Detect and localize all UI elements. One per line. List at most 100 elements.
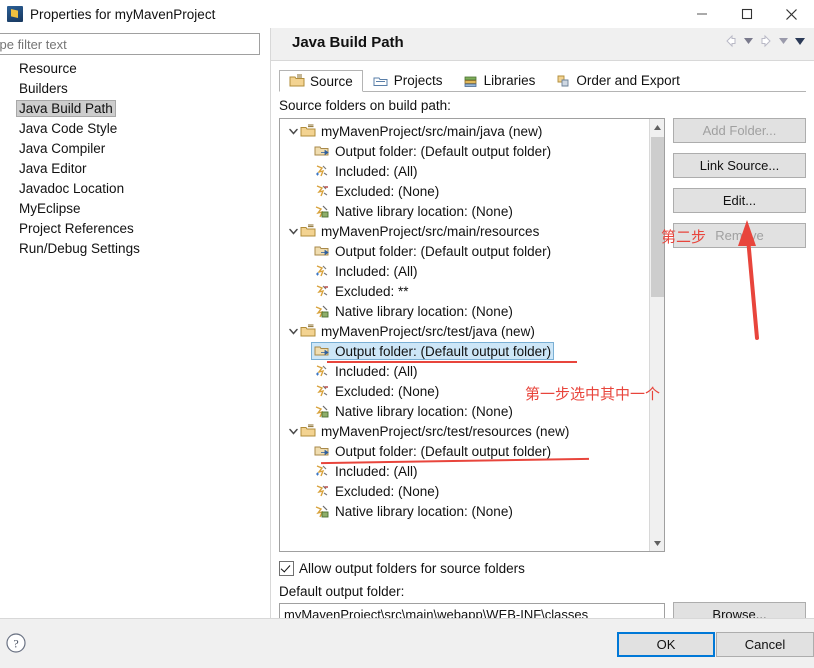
tree-row[interactable]: Included: (All) — [280, 461, 664, 481]
tree-row-content: Excluded: ** — [314, 283, 409, 299]
tree-row-label: Native library location: (None) — [335, 303, 513, 319]
tree-content: myMavenProject/src/main/java (new) Output… — [280, 119, 664, 521]
close-button[interactable] — [769, 0, 814, 28]
allow-output-folders-checkbox[interactable] — [279, 561, 294, 576]
tree-row-content: Native library location: (None) — [314, 403, 513, 419]
tree-row-label: Native library location: (None) — [335, 203, 513, 219]
ok-button[interactable]: OK — [617, 632, 715, 657]
tree-root-label: myMavenProject/src/test/java (new) — [321, 323, 535, 339]
add-folder-button[interactable]: Add Folder... — [673, 118, 806, 143]
forward-dropdown-icon[interactable] — [777, 33, 790, 49]
tree-scrollbar[interactable] — [649, 119, 664, 551]
tree-row[interactable]: Native library location: (None) — [280, 501, 664, 521]
projects-icon — [373, 73, 389, 89]
tree-row[interactable]: Native library location: (None) — [280, 201, 664, 221]
tree-row-label: Excluded: (None) — [335, 483, 440, 499]
tab-libraries[interactable]: Libraries — [453, 69, 546, 91]
view-menu-chevron-icon[interactable] — [793, 33, 806, 49]
sidebar-item-javadoc-location[interactable]: Javadoc Location — [0, 178, 270, 198]
title-bar: Properties for myMavenProject — [0, 0, 814, 28]
back-dropdown-icon[interactable] — [742, 33, 755, 49]
tree-root-row[interactable]: myMavenProject/src/main/java (new) — [280, 121, 664, 141]
sidebar-item-java-code-style[interactable]: Java Code Style — [0, 118, 270, 138]
tree-row-label: Output folder: (Default output folder) — [335, 443, 552, 459]
remove-button[interactable]: Remove — [673, 223, 806, 248]
tree-row-label: Included: (All) — [335, 263, 418, 279]
tree-row-content: Native library location: (None) — [314, 503, 513, 519]
tree-row-label: Output folder: (Default output folder) — [335, 143, 552, 159]
tree-row-content: Output folder: (Default output folder) — [314, 243, 551, 259]
tree-root-row[interactable]: myMavenProject/src/main/resources — [280, 221, 664, 241]
tab-order-and-export[interactable]: Order and Export — [545, 69, 690, 91]
scroll-up-icon[interactable] — [650, 119, 664, 135]
excluded-icon — [314, 283, 330, 299]
sidebar-item-java-compiler[interactable]: Java Compiler — [0, 138, 270, 158]
sidebar-item-java-build-path[interactable]: Java Build Path — [0, 98, 270, 118]
sidebar-item-label: Java Build Path — [16, 99, 116, 117]
back-arrow-icon[interactable] — [723, 33, 739, 49]
maximize-button[interactable] — [724, 0, 769, 28]
tree-row[interactable]: Output folder: (Default output folder) — [280, 441, 664, 461]
tree-root-label: myMavenProject/src/main/resources — [321, 223, 540, 239]
tree-row[interactable]: Excluded: (None) — [280, 381, 664, 401]
tree-scroll-thumb[interactable] — [651, 137, 664, 297]
chevron-down-icon[interactable] — [286, 421, 300, 441]
help-question-icon[interactable]: ? — [5, 632, 27, 654]
allow-output-folders-row[interactable]: Allow output folders for source folders — [279, 561, 525, 576]
source-folder-icon — [300, 323, 316, 339]
tree-row-content: Native library location: (None) — [314, 303, 513, 319]
tree-row[interactable]: Included: (All) — [280, 161, 664, 181]
tab-label: Libraries — [483, 73, 536, 88]
tree-row-selected[interactable]: Output folder: (Default output folder) — [280, 341, 664, 361]
sidebar-item-project-references[interactable]: Project References — [0, 218, 270, 238]
sidebar-item-myeclipse[interactable]: MyEclipse — [0, 198, 270, 218]
edit-button[interactable]: Edit... — [673, 188, 806, 213]
tree-row[interactable]: Native library location: (None) — [280, 401, 664, 421]
tree-row[interactable]: Included: (All) — [280, 361, 664, 381]
tab-label: Source — [310, 73, 353, 89]
properties-dialog: Properties for myMavenProject Resource B… — [0, 0, 814, 668]
chevron-down-icon[interactable] — [286, 221, 300, 241]
filter-box[interactable] — [0, 33, 260, 55]
tab-projects[interactable]: Projects — [363, 69, 453, 91]
minimize-button[interactable] — [679, 0, 724, 28]
source-folder-icon — [300, 423, 316, 439]
excluded-icon — [314, 483, 330, 499]
included-icon — [314, 463, 330, 479]
cancel-button[interactable]: Cancel — [716, 632, 814, 657]
link-source-button[interactable]: Link Source... — [673, 153, 806, 178]
tree-row-label: Excluded: (None) — [335, 183, 440, 199]
excluded-icon — [314, 383, 330, 399]
tree-row-content: Included: (All) — [314, 463, 418, 479]
sidebar-item-resource[interactable]: Resource — [0, 58, 270, 78]
tree-row-content: Excluded: (None) — [314, 483, 439, 499]
chevron-down-icon[interactable] — [286, 121, 300, 141]
sidebar-item-run-debug-settings[interactable]: Run/Debug Settings — [0, 238, 270, 258]
tree-root-row[interactable]: myMavenProject/src/test/java (new) — [280, 321, 664, 341]
tab-label: Projects — [393, 73, 443, 88]
sidebar-item-java-editor[interactable]: Java Editor — [0, 158, 270, 178]
tree-row[interactable]: Excluded: (None) — [280, 481, 664, 501]
tree-row[interactable]: Excluded: ** — [280, 281, 664, 301]
tree-root-row[interactable]: myMavenProject/src/test/resources (new) — [280, 421, 664, 441]
excluded-icon — [314, 183, 330, 199]
tree-row-content: Native library location: (None) — [314, 203, 513, 219]
tree-row[interactable]: Excluded: (None) — [280, 181, 664, 201]
scroll-down-icon[interactable] — [650, 535, 664, 551]
forward-arrow-icon[interactable] — [758, 33, 774, 49]
tree-row[interactable]: Output folder: (Default output folder) — [280, 241, 664, 261]
tree-row[interactable]: Output folder: (Default output folder) — [280, 141, 664, 161]
tree-row-label: Output folder: (Default output folder) — [335, 243, 552, 259]
tree-row[interactable]: Native library location: (None) — [280, 301, 664, 321]
filter-input[interactable] — [0, 34, 259, 54]
tree-row-label: Native library location: (None) — [335, 403, 513, 419]
tree-row[interactable]: Included: (All) — [280, 261, 664, 281]
native-library-icon — [314, 303, 330, 319]
order-export-icon — [555, 73, 571, 89]
window-title: Properties for myMavenProject — [30, 6, 216, 22]
source-folders-tree[interactable]: myMavenProject/src/main/java (new) Output… — [279, 118, 665, 552]
sidebar-item-builders[interactable]: Builders — [0, 78, 270, 98]
chevron-down-icon[interactable] — [286, 321, 300, 341]
tab-source[interactable]: Source — [279, 70, 363, 92]
sidebar-item-label: Project References — [19, 220, 134, 236]
